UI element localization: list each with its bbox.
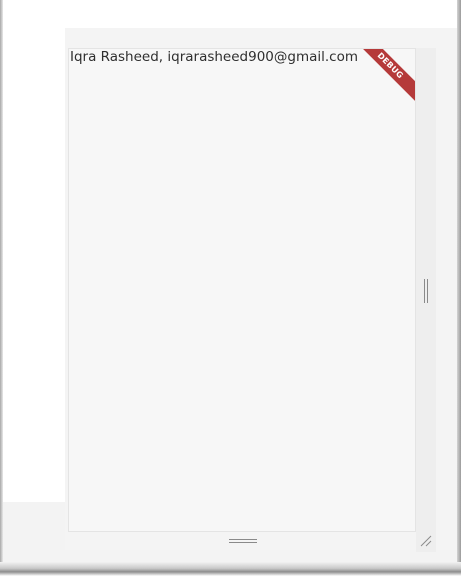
window-left-edge bbox=[0, 0, 3, 576]
window-bottom-edge bbox=[0, 562, 461, 576]
horizontal-resize-handle-icon[interactable] bbox=[229, 538, 257, 544]
window-frame: Iqra Rasheed, iqrarasheed900@gmail.com D… bbox=[0, 0, 461, 576]
window-right-edge bbox=[457, 0, 461, 576]
corner-resize-grip-icon[interactable] bbox=[419, 534, 433, 548]
user-info-text: Iqra Rasheed, iqrarasheed900@gmail.com bbox=[70, 49, 358, 65]
device-screen: Iqra Rasheed, iqrarasheed900@gmail.com D… bbox=[68, 48, 416, 532]
vertical-resize-handle-icon[interactable] bbox=[423, 279, 429, 303]
